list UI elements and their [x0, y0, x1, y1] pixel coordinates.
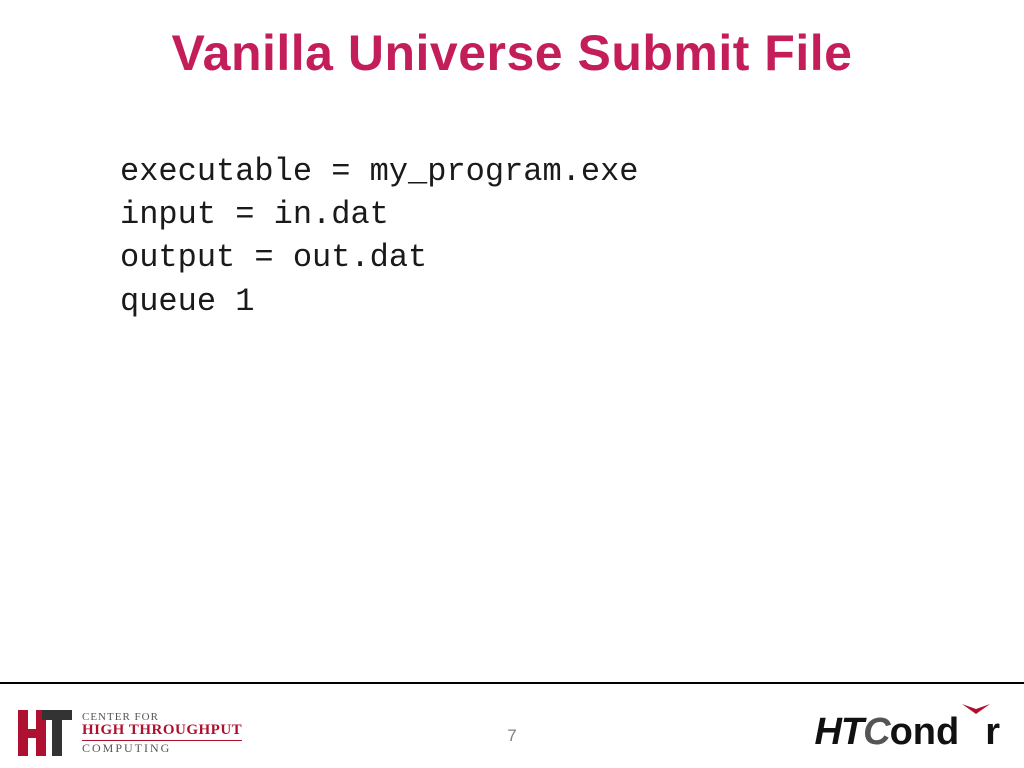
submit-file-code: executable = my_program.exe input = in.d… — [120, 150, 638, 323]
chtc-line2: HIGH THROUGHPUT — [82, 723, 242, 741]
htcondor-logo: HTCondr — [814, 711, 1000, 754]
code-line-2: input = in.dat — [120, 196, 389, 233]
htcondor-ht: HT — [814, 711, 863, 754]
slide: Vanilla Universe Submit File executable … — [0, 0, 1024, 768]
chtc-text: CENTER FOR HIGH THROUGHPUT COMPUTING — [82, 712, 242, 755]
htcondor-c: C — [863, 711, 889, 754]
code-line-4: queue 1 — [120, 283, 254, 320]
chtc-logo: CENTER FOR HIGH THROUGHPUT COMPUTING — [18, 710, 242, 756]
chtc-line3: COMPUTING — [82, 742, 242, 755]
code-line-3: output = out.dat — [120, 239, 427, 276]
slide-title: Vanilla Universe Submit File — [0, 24, 1024, 82]
footer-divider — [0, 682, 1024, 684]
ht-mark-icon — [18, 710, 72, 756]
code-line-1: executable = my_program.exe — [120, 153, 638, 190]
htcondor-ond: ond — [890, 711, 960, 754]
